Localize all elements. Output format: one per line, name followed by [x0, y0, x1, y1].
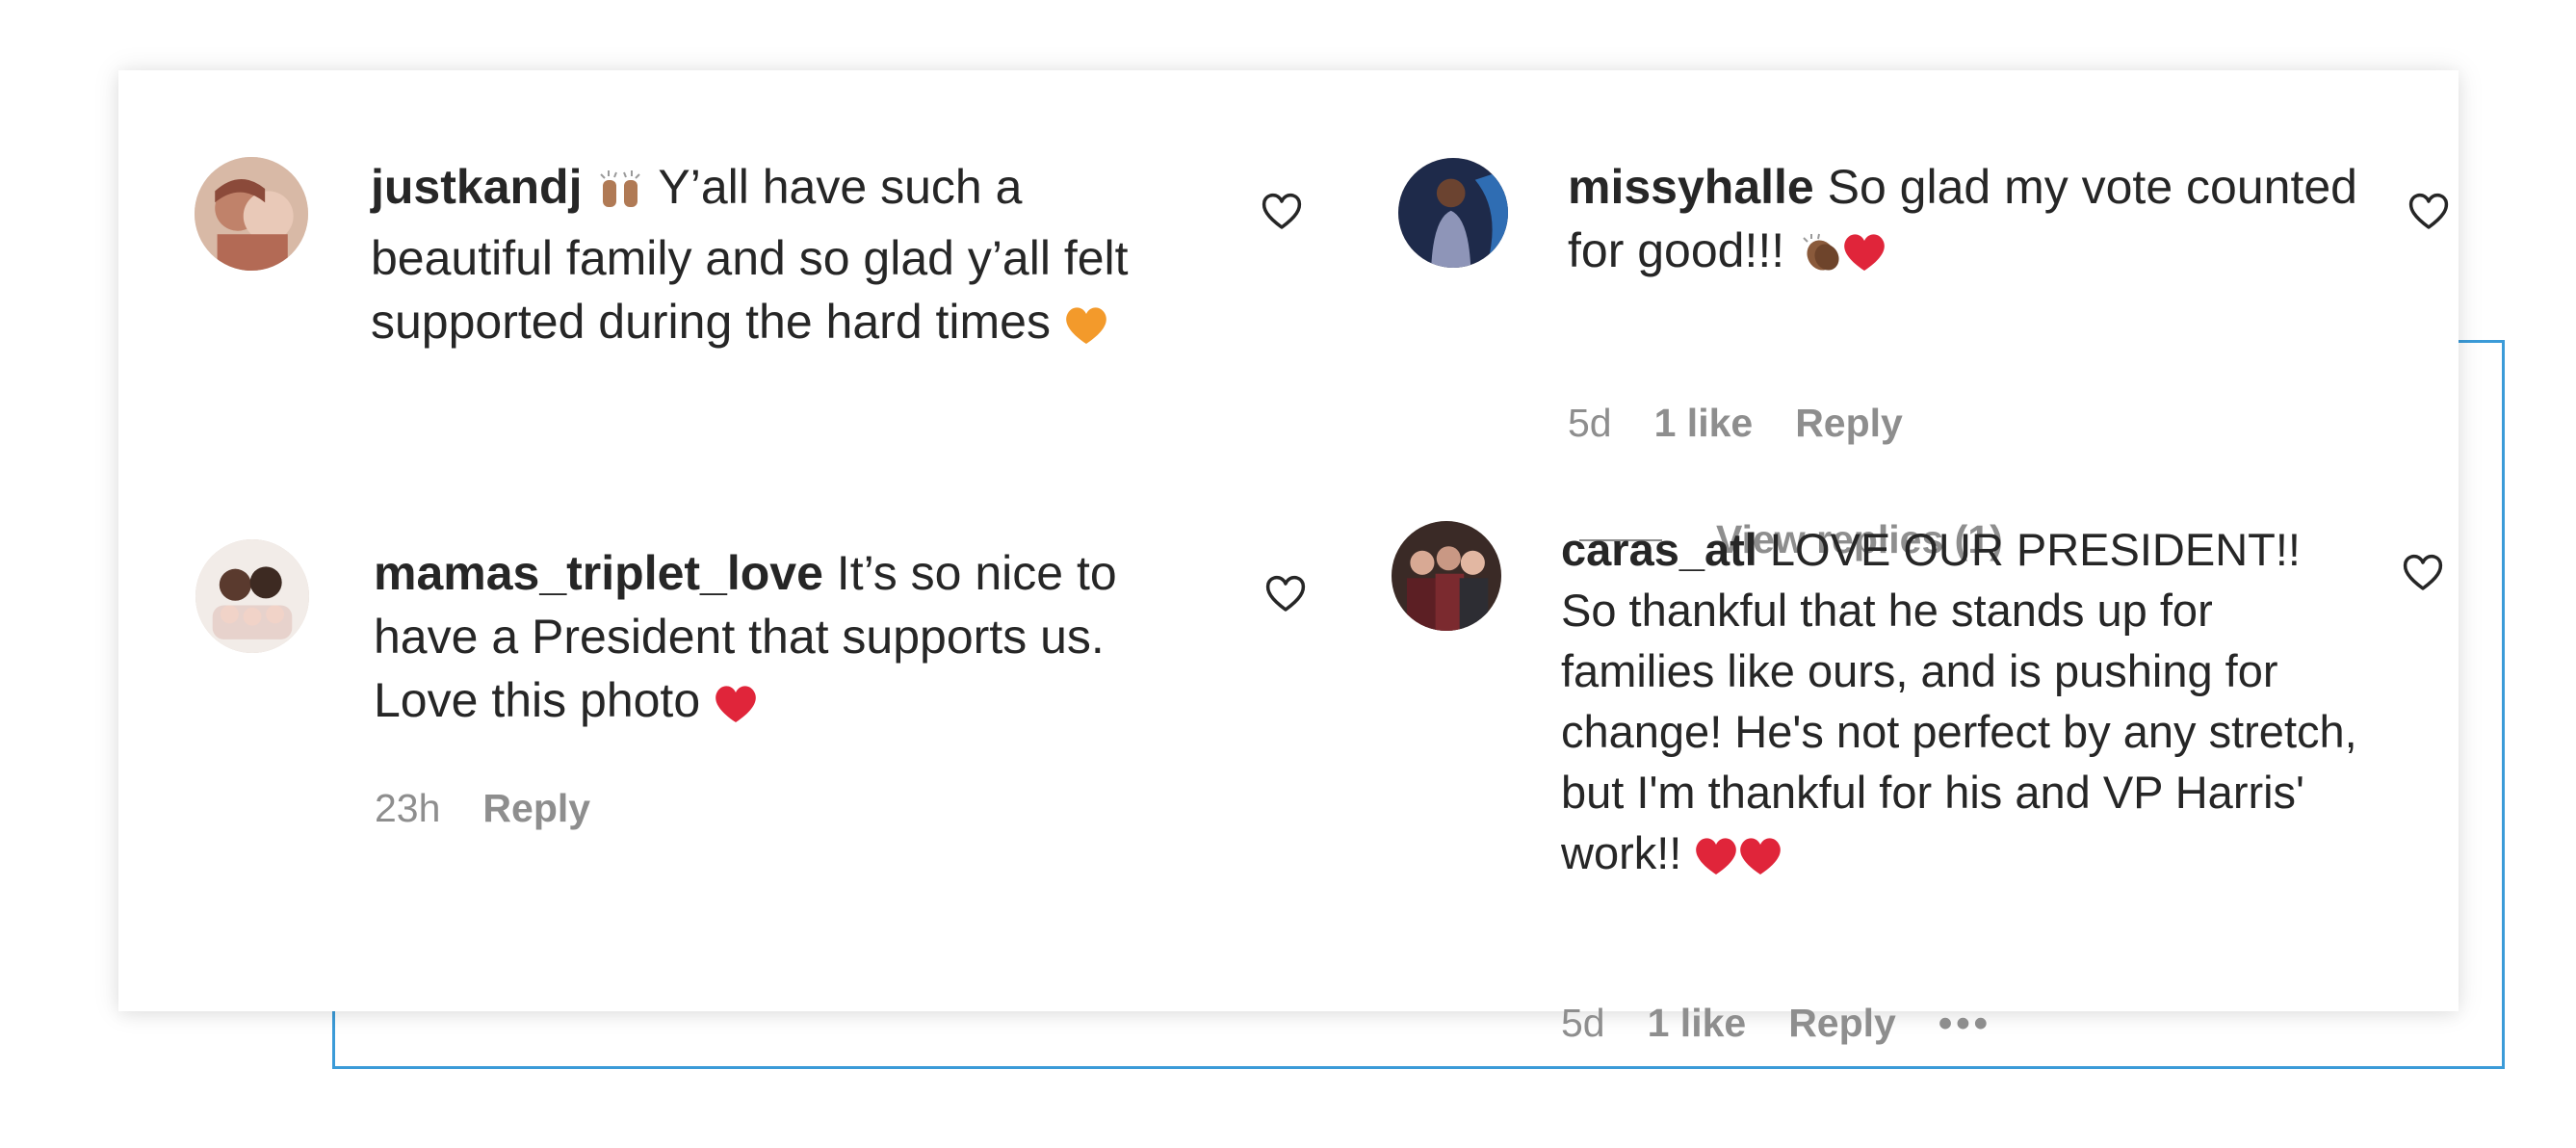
- like-heart-button[interactable]: [1263, 573, 1308, 613]
- heart-outline-icon: [1265, 575, 1306, 612]
- more-options-button[interactable]: •••: [1939, 1001, 1991, 1046]
- heart-outline-icon: [2408, 193, 2449, 229]
- reply-button[interactable]: Reply: [1795, 401, 1903, 445]
- clapping-hands-and-red-heart-icon: [1798, 226, 1886, 290]
- like-heart-button[interactable]: [2401, 552, 2445, 592]
- comment-text: caras_atl LOVE OUR PRESIDENT!! So thankf…: [1561, 519, 2360, 891]
- two-red-hearts-icon: [1694, 830, 1782, 891]
- like-heart-button[interactable]: [1260, 191, 1304, 231]
- like-count[interactable]: 1 like: [1648, 1001, 1747, 1045]
- comment-meta: 5d 1 like Reply •••: [1561, 1001, 2034, 1046]
- avatar-photo: [1398, 158, 1508, 268]
- comments-card: justkandj Y’all have such a beautiful fa…: [118, 70, 2459, 1045]
- timestamp[interactable]: 5d: [1568, 401, 1612, 445]
- username-link[interactable]: justkandj: [371, 160, 582, 214]
- timestamp[interactable]: 5d: [1561, 1001, 1605, 1045]
- username-link[interactable]: missyhalle: [1568, 160, 1814, 214]
- like-count[interactable]: 1 like: [1654, 401, 1754, 445]
- reply-button[interactable]: Reply: [1788, 1001, 1896, 1045]
- reply-button[interactable]: Reply: [482, 786, 590, 830]
- comment-text: missyhalle So glad my vote counted for g…: [1568, 155, 2357, 290]
- avatar[interactable]: [195, 539, 309, 653]
- avatar[interactable]: [195, 157, 308, 271]
- comment-meta: 23h Reply: [375, 786, 633, 831]
- avatar-photo: [195, 157, 308, 271]
- comment-meta: 5d 1 like Reply: [1568, 401, 1945, 446]
- avatar[interactable]: [1392, 521, 1501, 631]
- raising-hands-icon: [595, 163, 645, 226]
- comment-body-lead: Y’all have such a: [645, 160, 1023, 214]
- comment-text: justkandj Y’all have such a beautiful fa…: [371, 155, 1180, 361]
- heart-outline-icon: [1262, 193, 1302, 229]
- comment-text: mamas_triplet_love It’s so nice to have …: [374, 541, 1211, 740]
- heart-outline-icon: [2403, 554, 2443, 590]
- orange-heart-icon: [1064, 298, 1108, 361]
- avatar[interactable]: [1398, 158, 1508, 268]
- comment-body: LOVE OUR PRESIDENT!! So thankful that he…: [1561, 524, 2357, 878]
- red-heart-icon: [714, 676, 758, 740]
- comment-body: beautiful family and so glad y’all felt …: [371, 231, 1129, 349]
- username-link[interactable]: caras_atl: [1561, 524, 1757, 575]
- avatar-photo: [195, 539, 309, 653]
- like-heart-button[interactable]: [2407, 191, 2451, 231]
- username-link[interactable]: mamas_triplet_love: [374, 546, 823, 600]
- timestamp[interactable]: 23h: [375, 786, 440, 830]
- avatar-photo: [1392, 521, 1501, 631]
